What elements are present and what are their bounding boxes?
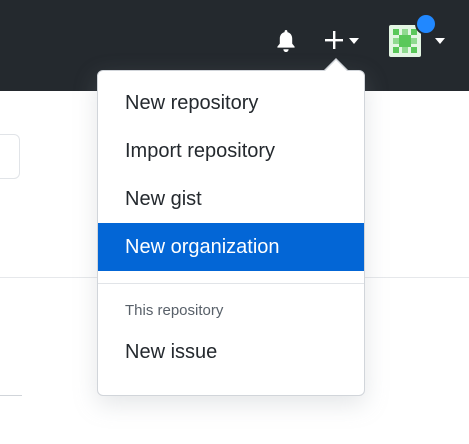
new-gist-item[interactable]: New gist — [98, 175, 364, 223]
search-input-edge[interactable] — [0, 134, 20, 179]
dropdown-caret-fill — [324, 60, 348, 72]
dropdown-divider — [98, 283, 364, 284]
avatar[interactable] — [389, 25, 421, 57]
plus-icon[interactable] — [323, 29, 345, 51]
chevron-down-icon[interactable] — [348, 37, 360, 45]
create-new-dropdown: New repository Import repository New gis… — [97, 70, 365, 396]
new-organization-item[interactable]: New organization — [98, 223, 364, 271]
bell-icon[interactable] — [276, 29, 296, 53]
new-repository-item[interactable]: New repository — [98, 79, 364, 127]
content-divider-fragment — [0, 395, 22, 396]
chevron-down-icon[interactable] — [434, 37, 446, 45]
import-repository-item[interactable]: Import repository — [98, 127, 364, 175]
section-header: This repository — [125, 302, 224, 319]
unread-indicator-dot — [417, 15, 435, 33]
new-issue-item[interactable]: New issue — [98, 328, 364, 376]
